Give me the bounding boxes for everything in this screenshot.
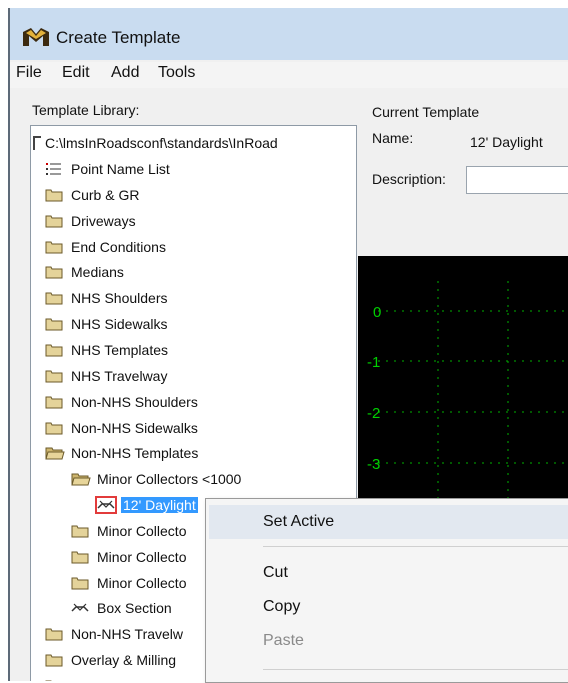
tree-item-label: Non-NHS Shoulders — [71, 393, 198, 410]
folder-icon — [45, 369, 63, 383]
list-icon — [45, 162, 63, 176]
menu-separator — [263, 546, 568, 547]
menu-add[interactable]: Add — [111, 64, 139, 82]
tree-item[interactable]: Box Section — [71, 596, 174, 620]
tree-item[interactable]: Overlay & Milling — [45, 648, 178, 672]
tree-item[interactable]: Minor Collecto — [71, 545, 188, 569]
template-icon — [95, 496, 117, 515]
paste-menu-item: Paste — [263, 632, 304, 649]
template-app-icon — [23, 28, 49, 46]
tree-item[interactable]: Non-NHS Shoulders — [45, 390, 200, 414]
tree-item[interactable]: Non-NHS Sidewalks — [45, 416, 200, 440]
title-bar: Create Template — [10, 8, 568, 60]
axis-label: -3 — [367, 456, 380, 473]
set-active-menu-item[interactable]: Set Active — [263, 513, 334, 531]
template-library-label: Template Library: — [32, 102, 140, 118]
tree-item[interactable]: 12' Daylight — [95, 493, 198, 517]
tree-item[interactable]: Medians — [45, 260, 126, 284]
tree-item-label: Non-NHS Templates — [71, 445, 199, 462]
menu-bar: File Edit Add Tools — [10, 62, 568, 88]
tree-item-label: Overlay & Milling — [71, 652, 177, 669]
folder-icon — [45, 653, 63, 667]
tree-root[interactable]: C:\lmsInRoadsconf\standards\InRoad — [33, 131, 280, 155]
tree-item[interactable]: NHS Travelway — [45, 364, 169, 388]
menu-separator — [263, 669, 568, 670]
tree-item-label: 12' Daylight — [121, 497, 198, 514]
tree-item[interactable]: Point Name List — [45, 157, 172, 181]
folder-icon — [45, 317, 63, 331]
tree-item[interactable]: Minor Collecto — [71, 519, 188, 543]
name-value: 12' Daylight — [470, 134, 543, 150]
description-field[interactable] — [466, 166, 568, 194]
tree-item-label: Minor Collecto — [97, 574, 187, 591]
tree-item[interactable]: Curb & GR — [45, 183, 141, 207]
axis-label: 0 — [373, 304, 381, 321]
template-icon — [71, 601, 89, 615]
tree-item[interactable]: Underdrain — [45, 674, 142, 681]
folder-icon — [45, 395, 63, 409]
tree-item-label: Point Name List — [71, 161, 170, 177]
copy-menu-item[interactable]: Copy — [263, 598, 300, 616]
window-title: Create Template — [56, 28, 181, 47]
tree-item-label: Minor Collecto — [97, 548, 187, 565]
tree-item-label: Box Section — [97, 600, 172, 617]
tree-item-label: Medians — [71, 264, 124, 281]
context-menu: Set Active Cut Copy Paste — [205, 498, 568, 683]
folder-icon — [71, 524, 89, 538]
axis-label: -2 — [367, 405, 380, 422]
tree-item-label: NHS Travelway — [71, 367, 168, 384]
axis-label: -1 — [367, 354, 380, 371]
current-template-group-label: Current Template — [372, 104, 480, 120]
folder-icon — [45, 421, 63, 435]
tree-item-label: NHS Templates — [71, 341, 169, 358]
folder-icon — [71, 550, 89, 564]
tree-item-label: Minor Collecto — [97, 522, 187, 539]
tree-item[interactable]: NHS Templates — [45, 338, 170, 362]
tree-item[interactable]: NHS Shoulders — [45, 286, 170, 310]
folder-icon — [45, 343, 63, 357]
menu-edit[interactable]: Edit — [62, 64, 90, 82]
tree-item[interactable]: Driveways — [45, 209, 138, 233]
folder-icon — [45, 188, 63, 202]
tree-item-label: NHS Shoulders — [71, 290, 168, 307]
tree-item-label: Driveways — [71, 212, 136, 229]
tree-item-label: Minor Collectors <1000 — [97, 471, 242, 488]
folder-icon — [45, 627, 63, 641]
menu-tools[interactable]: Tools — [158, 64, 195, 82]
tree-item[interactable]: Minor Collecto — [71, 571, 188, 595]
folder-icon — [71, 576, 89, 590]
tree-root-path: C:\lmsInRoadsconf\standards\InRoad — [45, 135, 278, 151]
tree-item[interactable]: Minor Collectors <1000 — [71, 467, 243, 491]
tree-item-label: Curb & GR — [71, 186, 140, 203]
description-label: Description: — [372, 171, 446, 187]
folder-icon — [45, 214, 63, 228]
menu-file[interactable]: File — [16, 64, 42, 82]
name-label: Name: — [372, 130, 414, 146]
tree-item[interactable]: Non-NHS Templates — [45, 441, 200, 465]
tree-item[interactable]: NHS Sidewalks — [45, 312, 169, 336]
folder-open-icon — [45, 446, 65, 460]
folder-icon — [45, 240, 63, 254]
folder-icon — [45, 291, 63, 305]
tree-item-label: Non-NHS Sidewalks — [71, 419, 198, 436]
folder-icon — [45, 265, 63, 279]
folder-open-icon — [71, 472, 91, 486]
tree-item[interactable]: Non-NHS Travelw — [45, 622, 185, 646]
tree-item-label: Non-NHS Travelw — [71, 626, 184, 643]
cut-menu-item[interactable]: Cut — [263, 564, 288, 582]
tree-item[interactable]: End Conditions — [45, 235, 168, 259]
tree-item-label: End Conditions — [71, 238, 166, 255]
tree-item-label: NHS Sidewalks — [71, 316, 168, 333]
tree-root-icon — [33, 136, 41, 150]
